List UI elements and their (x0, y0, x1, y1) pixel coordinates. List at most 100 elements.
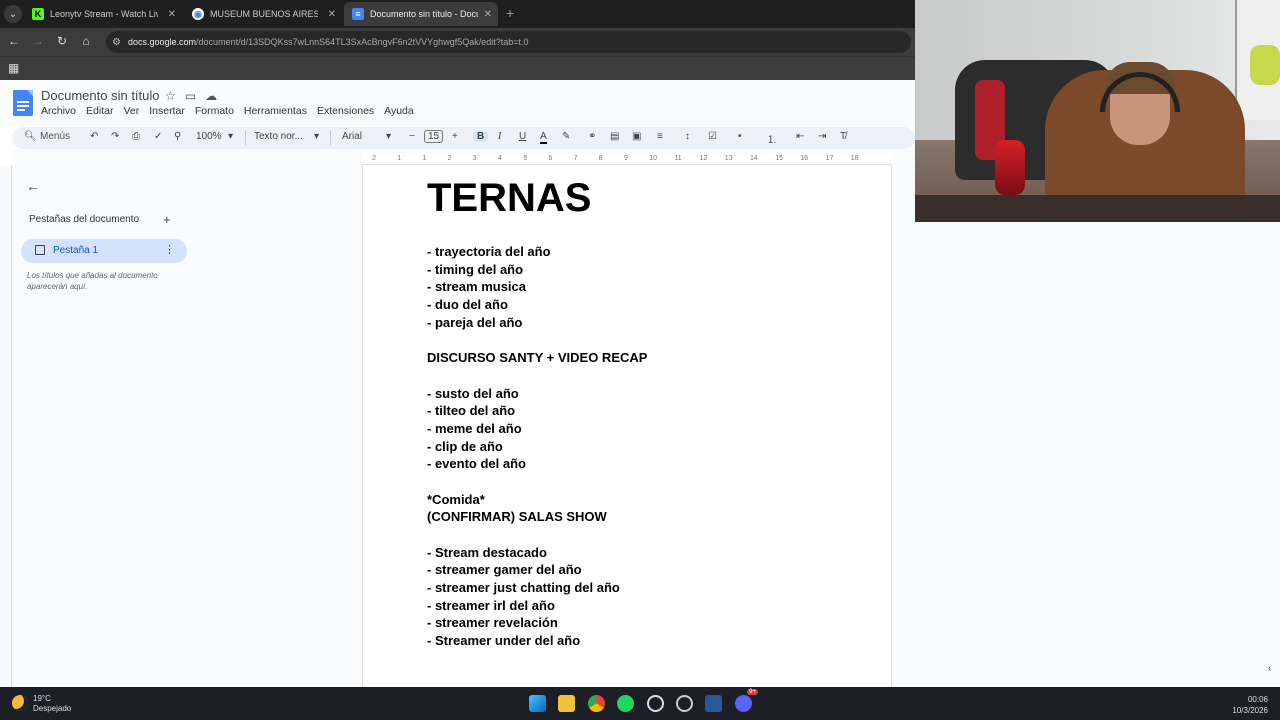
discord-icon[interactable]: 9+ (735, 689, 758, 712)
font-size-input[interactable]: 15 (424, 130, 444, 143)
document-line[interactable]: - streamer irl del año (427, 597, 647, 615)
document-line[interactable]: - pareja del año (427, 314, 647, 332)
clear-formatting-icon[interactable]: T̸ (840, 131, 846, 142)
align-left-icon[interactable]: ≡ (657, 131, 663, 142)
decrease-indent-icon[interactable]: ⇤ (796, 131, 804, 142)
decrease-font-icon[interactable]: − (409, 131, 415, 142)
checklist-icon[interactable]: ☑ (708, 131, 717, 142)
document-line[interactable]: - Streamer under del año (427, 632, 647, 650)
image-icon[interactable]: ▣ (632, 131, 641, 142)
cloud-status-icon[interactable]: ☁ (205, 89, 226, 103)
chevron-down-icon[interactable]: ▾ (386, 131, 391, 142)
paint-format-icon[interactable]: ⚲ (174, 131, 181, 142)
document-line[interactable] (427, 473, 647, 491)
obs-icon[interactable] (676, 695, 693, 712)
menu-ver[interactable]: Ver (123, 105, 139, 117)
forward-arrow-icon[interactable]: → (30, 34, 46, 48)
document-line[interactable]: - susto del año (427, 385, 647, 403)
menu-editar[interactable]: Editar (86, 105, 113, 117)
document-line[interactable]: - timing del año (427, 261, 647, 279)
back-arrow-icon[interactable]: ← (6, 34, 22, 48)
document-line[interactable]: - streamer gamer del año (427, 561, 647, 579)
bullet-list-icon[interactable]: • (738, 131, 742, 142)
document-line[interactable]: - stream musica (427, 278, 647, 296)
print-icon[interactable]: ⎙ (132, 131, 140, 142)
reload-icon[interactable]: ↻ (54, 34, 70, 48)
search-icon[interactable]: 🔍︎ (24, 131, 37, 142)
close-tab-icon[interactable]: ✕ (328, 9, 336, 20)
increase-indent-icon[interactable]: ⇥ (818, 131, 826, 142)
document-line[interactable]: - tilteo del año (427, 402, 647, 420)
menu-formato[interactable]: Formato (195, 105, 234, 117)
home-icon[interactable]: ⌂ (78, 34, 94, 48)
more-vertical-icon[interactable]: ⋮ (164, 243, 175, 256)
horizontal-ruler[interactable]: 2 1 1 2 3 4 5 6 7 8 9 10 11 12 13 14 15 16 17 18 (362, 153, 892, 165)
document-line[interactable]: - trayectoria del año (427, 243, 647, 261)
steam-icon[interactable] (647, 695, 664, 712)
windows-start-icon[interactable] (529, 695, 546, 712)
word-icon[interactable] (705, 695, 722, 712)
browser-tab-museum[interactable]: ◉ MUSEUM BUENOS AIRES VACIO ✕ (184, 2, 342, 26)
document-line[interactable]: - meme del año (427, 420, 647, 438)
style-select[interactable]: Texto nor... (254, 131, 303, 142)
numbered-list-icon[interactable]: ⒈ (767, 131, 777, 146)
browser-tab-kick[interactable]: K Leonytv Stream - Watch Live on ✕ (24, 2, 182, 26)
document-line[interactable]: - Stream destacado (427, 544, 647, 562)
font-select[interactable]: Arial (342, 131, 362, 142)
vertical-ruler[interactable] (0, 165, 12, 687)
url-input[interactable]: ⚙ docs.google.com/document/d/13SDQKss7wL… (106, 31, 911, 53)
document-line[interactable]: - streamer just chatting del año (427, 579, 647, 597)
underline-button[interactable]: U (519, 131, 526, 142)
increase-font-icon[interactable]: + (452, 131, 458, 142)
comment-icon[interactable]: ▤ (610, 131, 619, 142)
document-tab-1[interactable]: Pestaña 1 ⋮ (21, 239, 187, 263)
close-outline-arrow-icon[interactable]: ← (26, 178, 40, 194)
chevron-down-icon[interactable]: ▾ (314, 131, 319, 142)
file-explorer-icon[interactable] (558, 695, 575, 712)
document-line[interactable]: DISCURSO SANTY + VIDEO RECAP (427, 349, 647, 367)
apps-grid-icon[interactable]: ▦ (8, 61, 19, 75)
spotify-icon[interactable] (617, 695, 634, 712)
chrome-taskbar-icon[interactable] (588, 695, 605, 712)
document-line[interactable]: (CONFIRMAR) SALAS SHOW (427, 508, 647, 526)
document-line[interactable] (427, 526, 647, 544)
menu-ayuda[interactable]: Ayuda (384, 105, 414, 117)
move-folder-icon[interactable]: ▭ (185, 89, 205, 103)
document-body[interactable]: - trayectoria del año - timing del año - s… (427, 243, 647, 650)
document-line[interactable] (427, 331, 647, 349)
document-title[interactable]: Documento sin título (41, 88, 160, 103)
italic-button[interactable]: I (498, 131, 501, 142)
menu-herramientas[interactable]: Herramientas (244, 105, 307, 117)
close-tab-icon[interactable]: ✕ (484, 9, 492, 20)
browser-tab-docs[interactable]: ≡ Documento sin título - Docume ✕ (344, 2, 498, 26)
document-page[interactable]: TERNAS - trayectoria del año - timing del… (362, 165, 892, 687)
redo-icon[interactable]: ↷ (111, 131, 119, 142)
undo-icon[interactable]: ↶ (90, 131, 98, 142)
menu-extensiones[interactable]: Extensiones (317, 105, 374, 117)
highlight-pen-icon[interactable]: ✎ (562, 131, 570, 142)
document-line[interactable]: - streamer revelación (427, 614, 647, 632)
show-side-panel-chevron-icon[interactable]: ‹ (1268, 663, 1271, 674)
line-spacing-icon[interactable]: ↕ (685, 131, 690, 142)
site-info-icon[interactable]: ⚙ (112, 37, 121, 48)
document-line[interactable] (427, 367, 647, 385)
document-line[interactable]: - duo del año (427, 296, 647, 314)
document-line[interactable]: - evento del año (427, 455, 647, 473)
docs-logo-icon[interactable] (13, 90, 33, 116)
spellcheck-icon[interactable]: ✓ (154, 131, 162, 142)
add-tab-plus-icon[interactable]: + (163, 212, 171, 227)
zoom-select[interactable]: 100% (196, 131, 222, 142)
tab-search-chevron-icon[interactable]: ⌄ (4, 5, 22, 23)
menus-search-input[interactable]: Menús (40, 131, 70, 142)
link-icon[interactable]: ⚭ (588, 131, 596, 142)
chevron-down-icon[interactable]: ▾ (228, 131, 233, 142)
text-color-button[interactable]: A (540, 131, 547, 144)
menu-archivo[interactable]: Archivo (41, 105, 76, 117)
star-icon[interactable]: ☆ (165, 89, 185, 103)
document-line[interactable]: - clip de año (427, 438, 647, 456)
document-line[interactable]: *Comida* (427, 491, 647, 509)
close-tab-icon[interactable]: ✕ (168, 9, 176, 20)
new-tab-button[interactable]: + (506, 5, 514, 21)
system-clock[interactable]: 00:06 10/3/2026 (1232, 694, 1268, 716)
bold-button[interactable]: B (473, 131, 489, 142)
